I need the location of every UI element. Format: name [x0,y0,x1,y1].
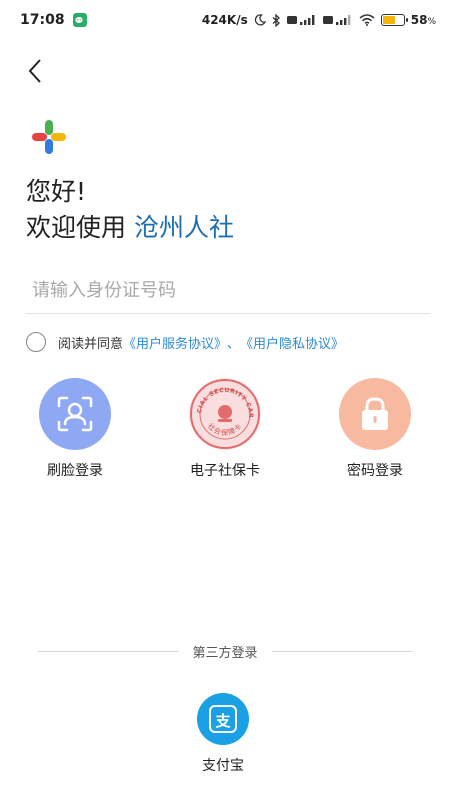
third-party-title: 第三方登录 [192,646,258,661]
face-login-label: 刷脸登录 [47,463,103,479]
face-login-button[interactable]: 刷脸登录 [20,378,130,480]
wechat-notification-icon [72,13,87,27]
back-button[interactable] [22,58,48,84]
status-bar: 17:08 424K/s 58% [0,0,450,40]
status-time: 17:08 [20,12,65,28]
agreement-row: 阅读并同意 《用户服务协议》 、 《用户隐私协议》 [26,332,344,352]
svg-text:支: 支 [214,712,231,730]
hd-signal-icon-2 [322,14,353,26]
hd-signal-icon [286,14,317,26]
agreement-checkbox[interactable] [26,332,46,352]
battery-icon [380,14,408,26]
greeting-welcome: 欢迎使用 沧州人社 [26,208,234,244]
lock-icon [339,378,411,450]
agreement-separator: 、 [227,336,241,352]
face-id-icon [39,378,111,450]
alipay-icon: 支 [197,693,249,745]
social-security-card-icon: SOCIAL SECURITY CARD 社会保障卡 [189,378,261,450]
status-right: 424K/s 58% [202,13,436,27]
user-service-agreement-link[interactable]: 《用户服务协议》 [123,333,227,352]
privacy-agreement-link[interactable]: 《用户隐私协议》 [240,333,344,352]
app-logo [30,118,68,156]
id-number-input[interactable] [26,268,430,314]
third-party-divider: 第三方登录 [38,642,413,661]
app-name: 沧州人社 [134,213,235,242]
network-speed: 424K/s [201,13,248,27]
social-security-card-button[interactable]: SOCIAL SECURITY CARD 社会保障卡 电子社保卡 [170,378,280,480]
status-left: 17:08 [20,12,87,28]
welcome-prefix: 欢迎使用 [26,213,127,242]
social-security-card-label: 电子社保卡 [190,463,260,479]
chevron-left-icon [28,59,41,83]
divider-line-right [271,651,413,652]
login-methods: 刷脸登录 SOCIAL SECURITY CARD 社会保障卡 电 [0,378,450,498]
wifi-icon [359,14,375,26]
password-login-label: 密码登录 [347,463,403,479]
alipay-login-button[interactable]: 支 支付宝 [197,693,249,775]
bluetooth-icon [272,13,281,27]
battery-level: 58% [410,13,436,27]
password-login-button[interactable]: 密码登录 [320,378,430,480]
divider-line-left [38,651,179,652]
alipay-label: 支付宝 [202,758,244,774]
agreement-prefix: 阅读并同意 [58,336,124,352]
do-not-disturb-icon [254,14,266,26]
greeting-hello: 您好! [26,177,87,206]
